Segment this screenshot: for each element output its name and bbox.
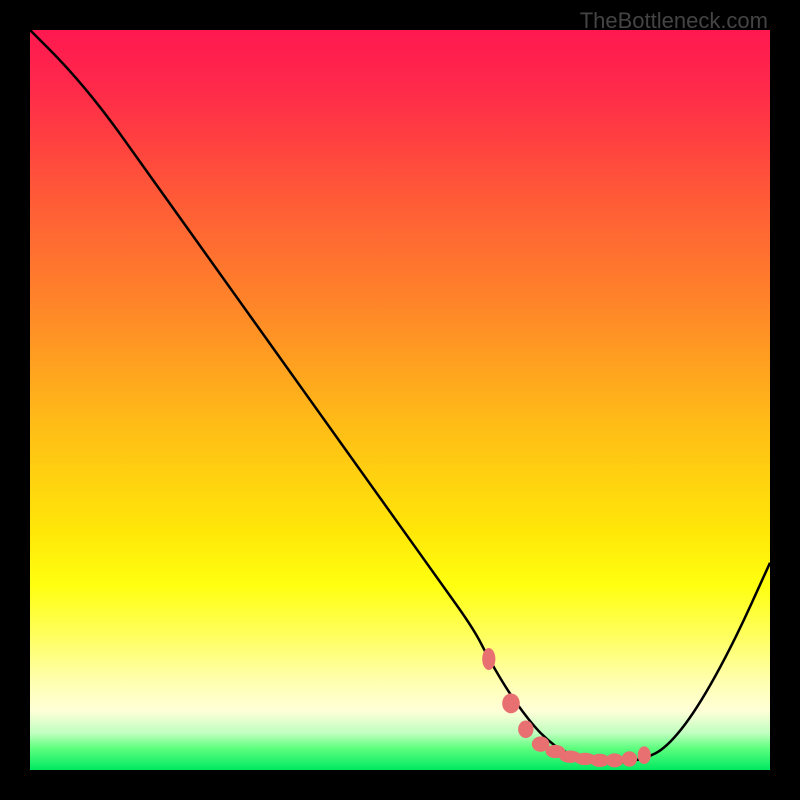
watermark-text: TheBottleneck.com — [580, 8, 768, 34]
bottleneck-curve — [30, 30, 770, 763]
marker-dot — [622, 751, 637, 766]
marker-dot — [518, 721, 533, 739]
chart-svg — [30, 30, 770, 770]
marker-dot — [482, 648, 495, 670]
chart-container: TheBottleneck.com — [0, 0, 800, 800]
optimal-range-markers — [482, 648, 651, 767]
marker-dot — [606, 753, 624, 767]
marker-dot — [638, 746, 651, 764]
marker-dot — [502, 694, 520, 714]
